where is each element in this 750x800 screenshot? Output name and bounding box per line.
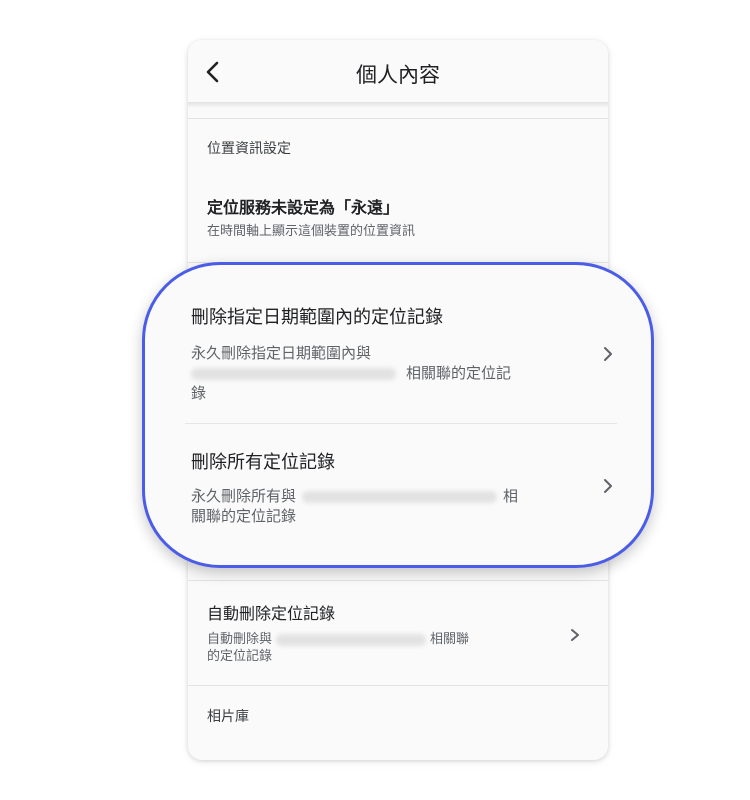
auto-delete-subtitle: 自動刪除與 相關聯 的定位記錄 <box>207 631 527 665</box>
delete-range-subtitle: 永久刪除指定日期範圍內與 相關聯的定位記 錄 <box>191 343 571 403</box>
redacted-email <box>191 367 396 380</box>
auto-delete-subtitle-tail: 的定位記錄 <box>207 649 273 664</box>
auto-delete-title: 自動刪除定位記錄 <box>207 604 336 623</box>
divider <box>188 685 608 686</box>
chevron-right-icon <box>604 479 612 493</box>
location-service-title: 定位服務未設定為「永遠」 <box>207 198 400 217</box>
highlight-callout: 刪除指定日期範圍內的定位記錄 永久刪除指定日期範圍內與 相關聯的定位記 錄 刪除… <box>142 262 654 568</box>
delete-range-subtitle-suffix: 相關聯的定位記 <box>406 364 512 382</box>
delete-range-title: 刪除指定日期範圍內的定位記錄 <box>191 307 443 328</box>
app-header: 個人內容 <box>188 40 608 102</box>
divider <box>188 118 608 119</box>
delete-range-subtitle-tail: 錄 <box>191 384 207 402</box>
redacted-email <box>302 490 498 503</box>
delete-all-subtitle-tail: 關聯的定位記錄 <box>191 507 297 525</box>
auto-delete-subtitle-prefix: 自動刪除與 <box>207 632 273 647</box>
chevron-right-icon <box>571 629 579 641</box>
location-service-row[interactable]: 定位服務未設定為「永遠」 在時間軸上顯示這個裝置的位置資訊 <box>188 180 608 262</box>
header-shadow <box>188 102 608 108</box>
page-title: 個人內容 <box>356 63 440 87</box>
delete-all-row[interactable]: 刪除所有定位記錄 永久刪除所有與 相 關聯的定位記錄 <box>145 424 651 564</box>
location-service-subtitle: 在時間軸上顯示這個裝置的位置資訊 <box>207 224 416 239</box>
delete-all-subtitle-suffix: 相 <box>503 487 519 505</box>
auto-delete-subtitle-suffix: 相關聯 <box>430 632 470 647</box>
delete-all-title: 刪除所有定位記錄 <box>191 452 335 473</box>
photo-library-label: 相片庫 <box>207 709 249 725</box>
delete-range-row[interactable]: 刪除指定日期範圍內的定位記錄 永久刪除指定日期範圍內與 相關聯的定位記 錄 <box>145 265 651 423</box>
delete-all-subtitle: 永久刪除所有與 相 關聯的定位記錄 <box>191 486 571 526</box>
auto-delete-row[interactable]: 自動刪除定位記錄 自動刪除與 相關聯 的定位記錄 <box>188 581 608 685</box>
chevron-right-icon <box>604 347 612 361</box>
redacted-email <box>276 633 427 646</box>
delete-range-subtitle-prefix: 永久刪除指定日期範圍內與 <box>191 344 372 362</box>
delete-all-subtitle-prefix: 永久刪除所有與 <box>191 487 297 505</box>
location-settings-label: 位置資訊設定 <box>207 141 291 157</box>
